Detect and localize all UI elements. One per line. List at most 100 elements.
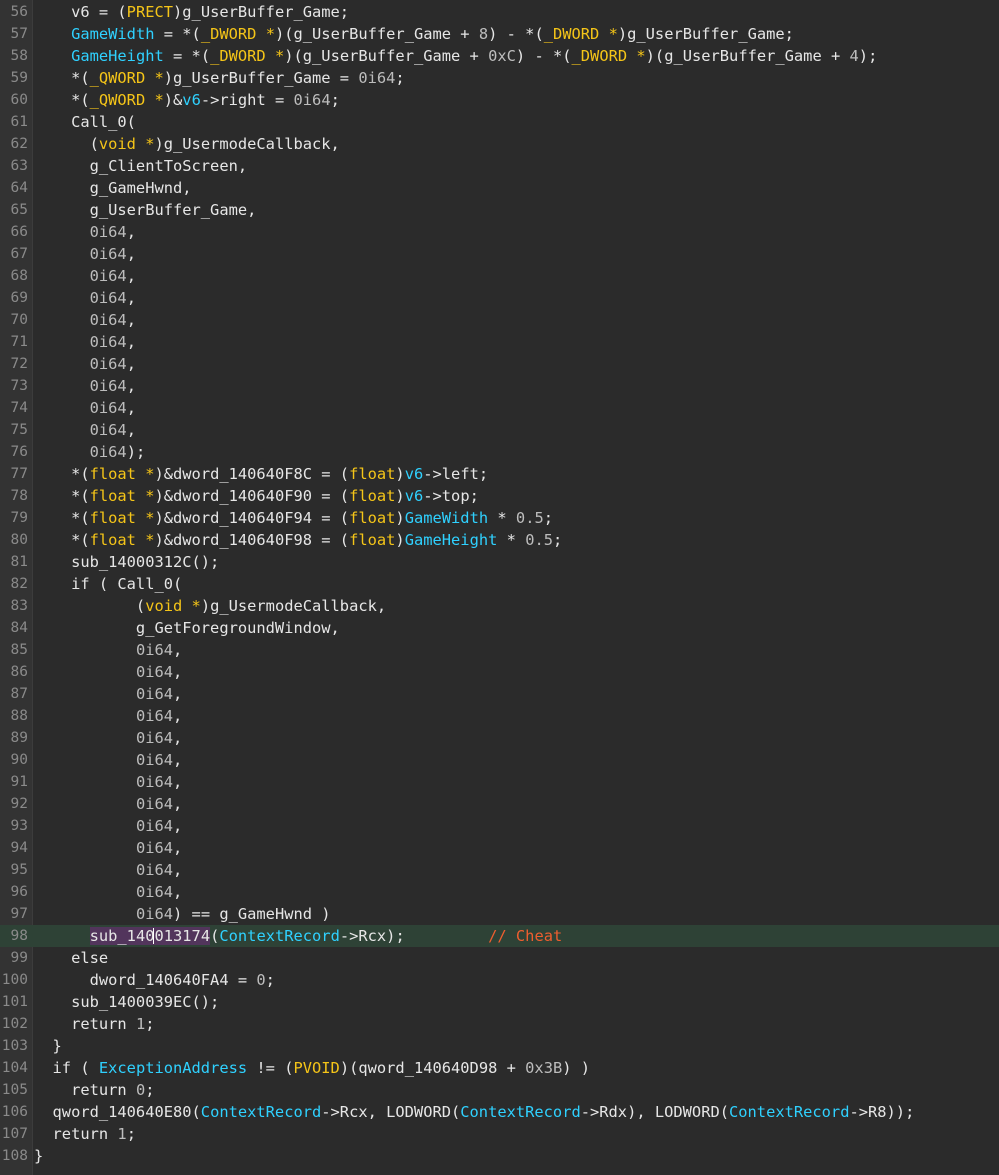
code-line[interactable]: 71 0i64,	[0, 331, 999, 353]
code-line[interactable]: 101 sub_1400039EC();	[0, 991, 999, 1013]
code-text[interactable]: g_ClientToScreen,	[34, 155, 248, 177]
code-line[interactable]: 59 *(_QWORD *)g_UserBuffer_Game = 0i64;	[0, 67, 999, 89]
code-text[interactable]: if ( ExceptionAddress != (PVOID)(qword_1…	[34, 1057, 591, 1079]
code-line[interactable]: 89 0i64,	[0, 727, 999, 749]
code-line[interactable]: 81 sub_14000312C();	[0, 551, 999, 573]
code-text[interactable]: *(float *)&dword_140640F94 = (float)Game…	[34, 507, 553, 529]
code-text[interactable]: *(_QWORD *)g_UserBuffer_Game = 0i64;	[34, 67, 405, 89]
code-text[interactable]: 0i64,	[34, 397, 136, 419]
code-line[interactable]: 104 if ( ExceptionAddress != (PVOID)(qwo…	[0, 1057, 999, 1079]
code-text[interactable]: *(float *)&dword_140640F8C = (float)v6->…	[34, 463, 488, 485]
code-text[interactable]: dword_140640FA4 = 0;	[34, 969, 275, 991]
code-text[interactable]: 0i64,	[34, 859, 182, 881]
code-text[interactable]: sub_1400039EC();	[34, 991, 219, 1013]
code-line[interactable]: 92 0i64,	[0, 793, 999, 815]
code-line[interactable]: 78 *(float *)&dword_140640F90 = (float)v…	[0, 485, 999, 507]
code-text[interactable]: g_GetForegroundWindow,	[34, 617, 340, 639]
code-text[interactable]: v6 = (PRECT)g_UserBuffer_Game;	[34, 1, 349, 23]
code-text[interactable]: 0i64,	[34, 265, 136, 287]
code-text[interactable]: return 1;	[34, 1123, 136, 1145]
code-line[interactable]: 95 0i64,	[0, 859, 999, 881]
code-text[interactable]: else	[34, 947, 108, 969]
code-text[interactable]: qword_140640E80(ContextRecord->Rcx, LODW…	[34, 1101, 915, 1123]
code-text[interactable]: 0i64,	[34, 375, 136, 397]
code-text[interactable]: *(float *)&dword_140640F90 = (float)v6->…	[34, 485, 479, 507]
code-text[interactable]: 0i64,	[34, 309, 136, 331]
code-line[interactable]: 85 0i64,	[0, 639, 999, 661]
code-line[interactable]: 108}	[0, 1145, 999, 1167]
code-text[interactable]: 0i64,	[34, 837, 182, 859]
code-line[interactable]: 97 0i64) == g_GameHwnd )	[0, 903, 999, 925]
code-line[interactable]: 72 0i64,	[0, 353, 999, 375]
code-text[interactable]: 0i64,	[34, 331, 136, 353]
code-text[interactable]: *(float *)&dword_140640F98 = (float)Game…	[34, 529, 562, 551]
code-line[interactable]: 94 0i64,	[0, 837, 999, 859]
code-line[interactable]: 90 0i64,	[0, 749, 999, 771]
code-text[interactable]: 0i64,	[34, 727, 182, 749]
code-text[interactable]: 0i64,	[34, 705, 182, 727]
code-line[interactable]: 103 }	[0, 1035, 999, 1057]
code-line[interactable]: 67 0i64,	[0, 243, 999, 265]
code-text[interactable]: GameWidth = *(_DWORD *)(g_UserBuffer_Gam…	[34, 23, 794, 45]
code-line[interactable]: 57 GameWidth = *(_DWORD *)(g_UserBuffer_…	[0, 23, 999, 45]
code-text[interactable]: Call_0(	[34, 111, 136, 133]
code-line[interactable]: 87 0i64,	[0, 683, 999, 705]
code-line[interactable]: 84 g_GetForegroundWindow,	[0, 617, 999, 639]
code-text[interactable]: }	[34, 1145, 43, 1167]
code-line[interactable]: 106 qword_140640E80(ContextRecord->Rcx, …	[0, 1101, 999, 1123]
code-line[interactable]: 76 0i64);	[0, 441, 999, 463]
code-line[interactable]: 88 0i64,	[0, 705, 999, 727]
code-line[interactable]: 93 0i64,	[0, 815, 999, 837]
code-line[interactable]: 56 v6 = (PRECT)g_UserBuffer_Game;	[0, 1, 999, 23]
code-text[interactable]: sub_140013174(ContextRecord->Rcx); // Ch…	[34, 925, 562, 947]
code-text[interactable]: (void *)g_UsermodeCallback,	[34, 133, 340, 155]
code-line[interactable]: 99 else	[0, 947, 999, 969]
code-line[interactable]: 91 0i64,	[0, 771, 999, 793]
code-line[interactable]: 61 Call_0(	[0, 111, 999, 133]
code-line[interactable]: 73 0i64,	[0, 375, 999, 397]
code-text[interactable]: 0i64,	[34, 749, 182, 771]
code-line[interactable]: 60 *(_QWORD *)&v6->right = 0i64;	[0, 89, 999, 111]
code-line[interactable]: 62 (void *)g_UsermodeCallback,	[0, 133, 999, 155]
code-line[interactable]: 63 g_ClientToScreen,	[0, 155, 999, 177]
code-text[interactable]: 0i64,	[34, 815, 182, 837]
code-text[interactable]: g_GameHwnd,	[34, 177, 192, 199]
code-line[interactable]: 107 return 1;	[0, 1123, 999, 1145]
code-text[interactable]: 0i64,	[34, 793, 182, 815]
code-line[interactable]: 66 0i64,	[0, 221, 999, 243]
code-line[interactable]: 69 0i64,	[0, 287, 999, 309]
code-line[interactable]: 102 return 1;	[0, 1013, 999, 1035]
code-text[interactable]: (void *)g_UsermodeCallback,	[34, 595, 386, 617]
code-line[interactable]: 70 0i64,	[0, 309, 999, 331]
code-line[interactable]: 74 0i64,	[0, 397, 999, 419]
code-line[interactable]: 79 *(float *)&dword_140640F94 = (float)G…	[0, 507, 999, 529]
code-text[interactable]: g_UserBuffer_Game,	[34, 199, 257, 221]
code-line[interactable]: 64 g_GameHwnd,	[0, 177, 999, 199]
code-text[interactable]: 0i64,	[34, 771, 182, 793]
code-line[interactable]: 100 dword_140640FA4 = 0;	[0, 969, 999, 991]
code-line[interactable]: 83 (void *)g_UsermodeCallback,	[0, 595, 999, 617]
code-text[interactable]: 0i64) == g_GameHwnd )	[34, 903, 331, 925]
code-text[interactable]: 0i64,	[34, 243, 136, 265]
code-text[interactable]: GameHeight = *(_DWORD *)(g_UserBuffer_Ga…	[34, 45, 877, 67]
code-text[interactable]: 0i64,	[34, 661, 182, 683]
code-line[interactable]: 82 if ( Call_0(	[0, 573, 999, 595]
code-text[interactable]: sub_14000312C();	[34, 551, 219, 573]
code-line[interactable]: 75 0i64,	[0, 419, 999, 441]
code-text[interactable]: *(_QWORD *)&v6->right = 0i64;	[34, 89, 340, 111]
code-text[interactable]: 0i64,	[34, 881, 182, 903]
code-line[interactable]: 80 *(float *)&dword_140640F98 = (float)G…	[0, 529, 999, 551]
code-text[interactable]: 0i64);	[34, 441, 146, 463]
code-text[interactable]: return 1;	[34, 1013, 154, 1035]
code-line[interactable]: 86 0i64,	[0, 661, 999, 683]
code-line[interactable]: 77 *(float *)&dword_140640F8C = (float)v…	[0, 463, 999, 485]
code-text[interactable]: 0i64,	[34, 639, 182, 661]
pseudocode-view[interactable]: 56 v6 = (PRECT)g_UserBuffer_Game; 57 Game…	[0, 0, 999, 1175]
code-text[interactable]: return 0;	[34, 1079, 154, 1101]
code-line[interactable]: 105 return 0;	[0, 1079, 999, 1101]
code-line[interactable]: 68 0i64,	[0, 265, 999, 287]
code-text[interactable]: 0i64,	[34, 353, 136, 375]
code-text[interactable]: 0i64,	[34, 419, 136, 441]
code-text[interactable]: }	[34, 1035, 62, 1057]
code-line[interactable]: 58 GameHeight = *(_DWORD *)(g_UserBuffer…	[0, 45, 999, 67]
